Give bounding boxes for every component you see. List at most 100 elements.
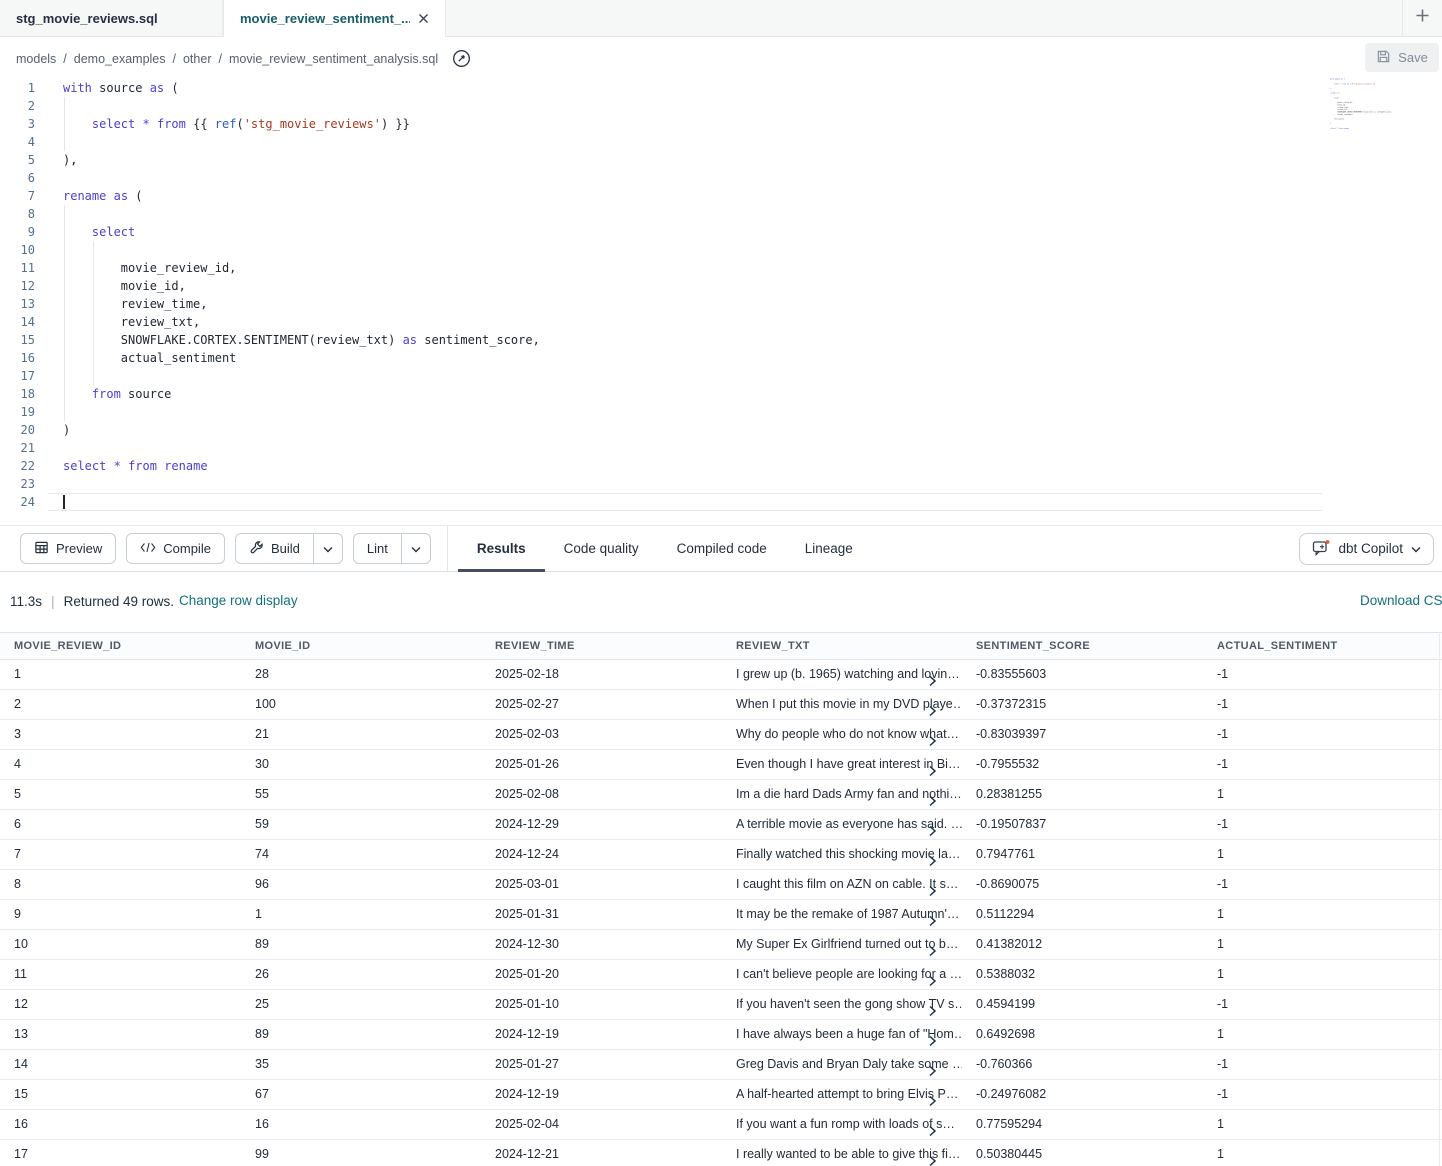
chevron-right-icon[interactable] — [927, 789, 938, 809]
change-row-display-link[interactable]: Change row display — [179, 593, 298, 608]
code-line: actual_sentiment — [63, 349, 540, 367]
chevron-right-icon[interactable] — [927, 1119, 938, 1139]
table-cell: 0.5112294 — [962, 900, 1203, 929]
chevron-right-icon[interactable] — [927, 819, 938, 839]
chevron-right-icon[interactable] — [927, 879, 938, 899]
chevron-right-icon[interactable] — [927, 969, 938, 989]
result-tab-lineage[interactable]: Lineage — [786, 526, 872, 571]
table-cell: 99 — [241, 1140, 481, 1166]
table-cell: -1 — [1203, 660, 1442, 689]
code-line: with source as ( — [63, 79, 540, 97]
table-cell: 96 — [241, 870, 481, 899]
query-summary: 11.3s | Returned 49 rows. — [10, 593, 174, 609]
chevron-right-icon[interactable] — [927, 909, 938, 929]
minimap-content: with source as ( select * from {{ ref('s… — [1330, 78, 1342, 134]
table-row: 1282025-02-18I grew up (b. 1965) watchin… — [0, 660, 1442, 690]
chevron-right-icon[interactable] — [927, 999, 938, 1019]
table-row: 17992024-12-21I really wanted to be able… — [0, 1140, 1442, 1166]
table-cell: 2025-02-27 — [481, 690, 722, 719]
compile-button[interactable]: Compile — [127, 534, 224, 563]
compile-button-group: Compile — [126, 533, 225, 564]
preview-button[interactable]: Preview — [21, 534, 115, 563]
code-editor[interactable]: 123456789101112131415161718192021222324 … — [0, 78, 1442, 525]
chevron-right-icon[interactable] — [927, 699, 938, 719]
result-tab-results[interactable]: Results — [458, 526, 545, 571]
table-cell: 4 — [0, 750, 241, 779]
table-cell: 2024-12-19 — [481, 1020, 722, 1049]
code-line — [1330, 132, 1342, 134]
table-cell: 1 — [1203, 1140, 1442, 1166]
dbt-copilot-button[interactable]: dbt Copilot — [1299, 533, 1434, 565]
table-cell: -1 — [1203, 990, 1442, 1019]
file-tab-strip: stg_movie_reviews.sqlmovie_review_sentim… — [0, 0, 446, 37]
code-line — [63, 241, 540, 259]
close-icon[interactable] — [418, 13, 429, 24]
build-dropdown-button[interactable] — [313, 534, 342, 563]
download-csv-link[interactable]: Download CSV — [1360, 593, 1442, 608]
new-tab-button[interactable] — [1402, 0, 1442, 36]
code-line: select * from {{ ref('stg_movie_reviews'… — [63, 115, 540, 133]
table-cell: -1 — [1203, 1080, 1442, 1109]
table-cell: My Super Ex Girlfriend turned out to b… — [722, 930, 962, 959]
table-cell: -1 — [1203, 750, 1442, 779]
preview-label: Preview — [56, 541, 102, 556]
code-line: rename as ( — [1330, 92, 1342, 94]
table-cell: 2025-02-03 — [481, 720, 722, 749]
table-cell: 2024-12-19 — [481, 1080, 722, 1109]
text-cursor — [63, 495, 65, 509]
table-cell: 2 — [0, 690, 241, 719]
table-cell: 15 — [0, 1080, 241, 1109]
chevron-right-icon[interactable] — [927, 1149, 938, 1166]
save-label: Save — [1398, 50, 1428, 65]
table-cell: 2024-12-21 — [481, 1140, 722, 1166]
chevron-right-icon[interactable] — [927, 669, 938, 689]
line-number: 22 — [0, 457, 48, 475]
file-tab[interactable]: movie_review_sentiment_... — [223, 0, 446, 37]
build-button[interactable]: Build — [236, 534, 313, 563]
column-header: SENTIMENT_SCORE — [962, 633, 1203, 659]
line-number: 18 — [0, 385, 48, 403]
editor-minimap[interactable]: with source as ( select * from {{ ref('s… — [1330, 78, 1420, 142]
code-line: rename as ( — [63, 187, 540, 205]
result-tab-compiled-code[interactable]: Compiled code — [658, 526, 786, 571]
table-row: 12252025-01-10If you haven't seen the go… — [0, 990, 1442, 1020]
table-cell: -1 — [1203, 1050, 1442, 1079]
table-cell: 2025-01-10 — [481, 990, 722, 1019]
lint-button[interactable]: Lint — [354, 534, 401, 563]
line-number: 2 — [0, 97, 48, 115]
code-line: actual_sentiment — [1330, 113, 1342, 115]
result-tab-code-quality[interactable]: Code quality — [545, 526, 658, 571]
table-row: 10892024-12-30My Super Ex Girlfriend tur… — [0, 930, 1442, 960]
copilot-compass-icon[interactable] — [451, 48, 472, 69]
column-header: MOVIE_REVIEW_ID — [0, 633, 241, 659]
column-header: REVIEW_TXT — [722, 633, 962, 659]
chevron-down-icon — [411, 541, 421, 556]
table-row: 13892024-12-19I have always been a huge … — [0, 1020, 1442, 1050]
table-cell: 2025-01-20 — [481, 960, 722, 989]
save-button[interactable]: Save — [1365, 43, 1439, 72]
table-cell: 1 — [0, 660, 241, 689]
file-tab[interactable]: stg_movie_reviews.sql — [0, 0, 223, 37]
results-table-body: 1282025-02-18I grew up (b. 1965) watchin… — [0, 660, 1442, 1166]
chevron-right-icon[interactable] — [927, 849, 938, 869]
line-number: 12 — [0, 277, 48, 295]
table-cell: 2024-12-30 — [481, 930, 722, 959]
table-cell: 8 — [0, 870, 241, 899]
chevron-right-icon[interactable] — [927, 1029, 938, 1049]
chevron-right-icon[interactable] — [927, 939, 938, 959]
lint-label: Lint — [367, 541, 388, 556]
lint-dropdown-button[interactable] — [401, 534, 430, 563]
chevron-right-icon[interactable] — [927, 759, 938, 779]
build-label: Build — [271, 541, 300, 556]
chevron-right-icon[interactable] — [927, 1089, 938, 1109]
floppy-disk-icon — [1376, 49, 1391, 67]
breadcrumb-row: models/demo_examples/other/movie_review_… — [0, 37, 1442, 78]
table-cell: 67 — [241, 1080, 481, 1109]
table-cell: -1 — [1203, 690, 1442, 719]
table-cell: 1 — [241, 900, 481, 929]
line-number: 11 — [0, 259, 48, 277]
breadcrumb-segment: models — [16, 52, 56, 66]
breadcrumb-segment: other — [183, 52, 212, 66]
chevron-right-icon[interactable] — [927, 729, 938, 749]
chevron-right-icon[interactable] — [927, 1059, 938, 1079]
